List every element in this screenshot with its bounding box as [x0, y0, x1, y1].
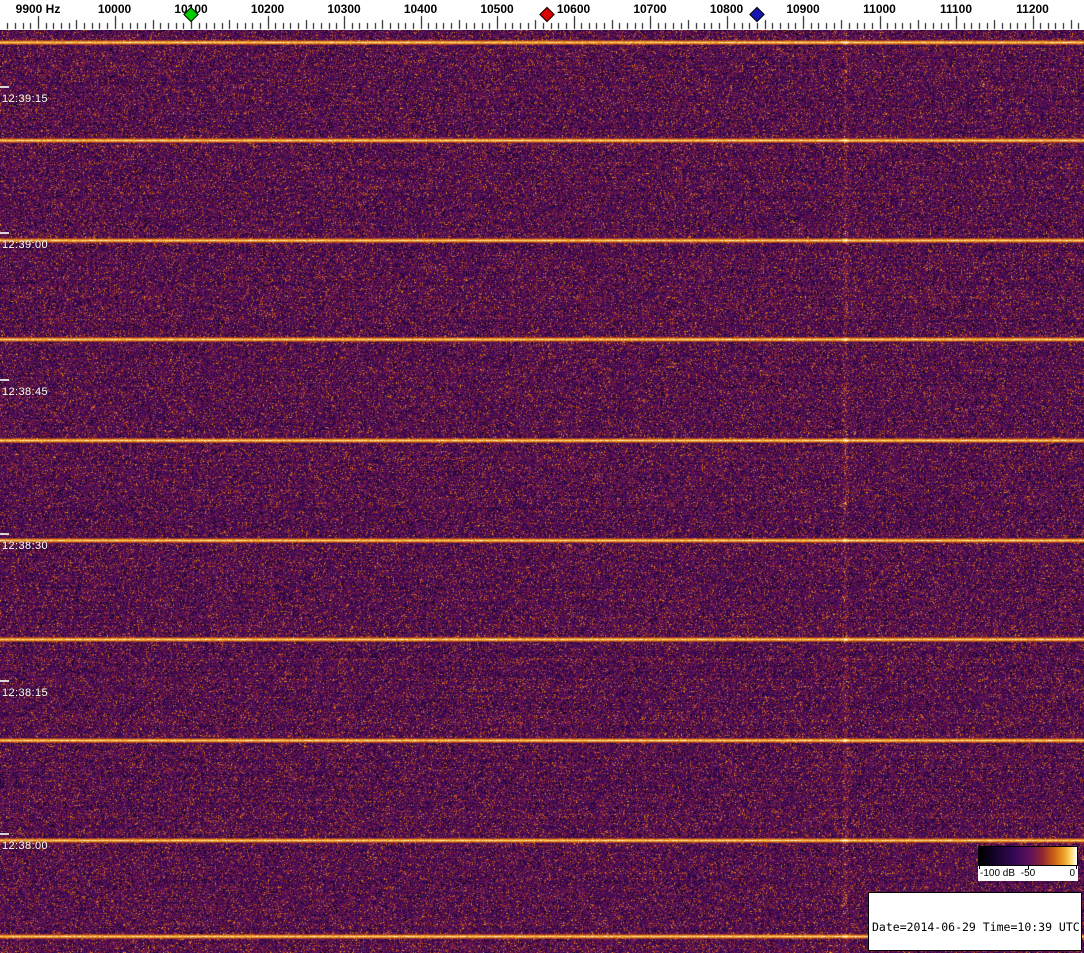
time-tick — [0, 833, 9, 835]
freq-tick-label: 10200 — [251, 2, 284, 16]
freq-tick-label: 10600 — [557, 2, 590, 16]
time-tick — [0, 379, 9, 381]
colorbar-gradient — [978, 846, 1078, 866]
time-tick — [0, 232, 9, 234]
freq-tick-label: 10500 — [480, 2, 513, 16]
colorbar-labels: -100 dB -50 0 — [978, 866, 1078, 881]
legend-tick — [1028, 866, 1029, 869]
waterfall-canvas[interactable] — [0, 30, 1084, 953]
time-label: 12:39:15 — [2, 93, 48, 105]
colorbar-min-label: -100 dB — [980, 866, 1015, 881]
freq-tick-label: 11100 — [940, 2, 972, 16]
time-tick — [0, 533, 9, 535]
freq-tick-label: 10900 — [786, 2, 819, 16]
time-tick — [0, 86, 9, 88]
info-line-date: Date=2014-06-29 Time=10:39 UTC — [872, 921, 1078, 934]
freq-tick-label: 11000 — [863, 2, 896, 16]
freq-tick-label: 10000 — [98, 2, 131, 16]
freq-tick-label: 10400 — [404, 2, 437, 16]
freq-tick-label: 11200 — [1016, 2, 1049, 16]
freq-tick-label: 9900 Hz — [16, 2, 61, 16]
legend-tick — [1076, 866, 1077, 869]
time-label: 12:39:00 — [2, 239, 48, 251]
colorbar-legend: -100 dB -50 0 — [978, 846, 1078, 881]
info-box: Date=2014-06-29 Time=10:39 UTC Freq=143 … — [868, 892, 1082, 951]
time-label: 12:38:15 — [2, 687, 48, 699]
colorbar-max-label: 0 — [1069, 866, 1075, 881]
time-label: 12:38:45 — [2, 386, 48, 398]
time-label: 12:38:30 — [2, 540, 48, 552]
legend-tick — [979, 866, 980, 869]
time-tick — [0, 680, 9, 682]
freq-tick-label: 10700 — [633, 2, 666, 16]
freq-tick-label: 10300 — [327, 2, 360, 16]
time-label: 12:38:00 — [2, 840, 48, 852]
freq-tick-label: 10800 — [710, 2, 743, 16]
meteor-echo-spectrogram: 9900 Hz100001010010200103001040010500106… — [0, 0, 1084, 953]
frequency-ruler[interactable]: 9900 Hz100001010010200103001040010500106… — [0, 0, 1084, 30]
